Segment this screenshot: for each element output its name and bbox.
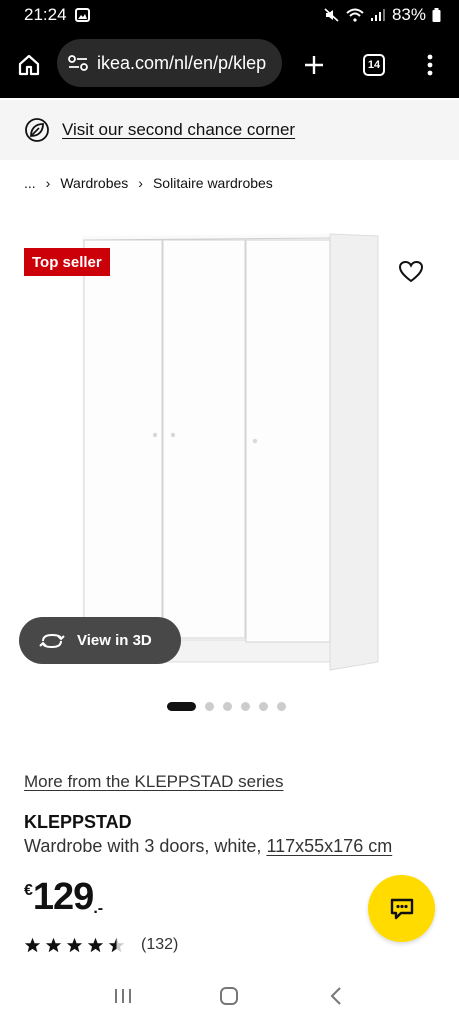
rotate-3d-icon [39,633,65,648]
site-settings-icon[interactable] [67,54,89,72]
chat-button[interactable] [368,875,435,942]
carousel-dot[interactable] [223,702,232,711]
breadcrumb-wardrobes[interactable]: Wardrobes [60,175,128,191]
wifi-icon [346,8,364,22]
more-vert-icon [427,54,433,76]
new-tab-button[interactable] [300,51,328,79]
browser-toolbar: ikea.com/nl/en/p/klep 14 [0,30,459,98]
series-link[interactable]: More from the KLEPPSTAD series [24,772,284,792]
breadcrumb-solitaire-wardrobes[interactable]: Solitaire wardrobes [153,175,273,191]
tab-count: 14 [363,54,385,76]
carousel-indicator [167,702,286,711]
system-nav-bar [0,968,459,1024]
favorite-button[interactable] [398,260,424,284]
gallery-icon [74,8,90,22]
product-price: € 129 .- [24,876,103,919]
url-text: ikea.com/nl/en/p/klep [97,52,267,73]
star-icon [45,937,62,953]
carousel-dot[interactable] [205,702,214,711]
heart-icon [398,260,424,283]
product-description: Wardrobe with 3 doors, white, 117x55x176… [24,836,392,857]
price-currency: € [24,882,33,899]
recents-icon[interactable] [112,986,134,1006]
breadcrumb-ellipsis[interactable]: ... [24,175,36,191]
star-icon [24,937,41,953]
carousel-dot[interactable] [259,702,268,711]
product-dimensions-link[interactable]: 117x55x176 cm [266,836,392,856]
signal-icon [370,9,385,21]
chevron-right-icon: › [138,175,143,191]
view-in-3d-button[interactable]: View in 3D [19,617,181,664]
product-rating[interactable]: (132) [24,936,178,954]
top-seller-badge: Top seller [24,248,110,276]
product-name: KLEPPSTAD [24,812,132,832]
breadcrumb: ... › Wardrobes › Solitaire wardrobes [24,175,273,191]
home-nav-icon[interactable] [218,985,240,1007]
price-amount: 129 [32,876,94,918]
price-decimal: .- [93,900,104,917]
second-chance-banner[interactable]: Visit our second chance corner [0,100,459,160]
product-description-text: Wardrobe with 3 doors, white, [24,836,262,856]
chat-icon [390,898,413,919]
carousel-dot[interactable] [241,702,250,711]
status-time: 21:24 [24,5,67,24]
battery-percent: 83% [391,5,426,24]
url-bar[interactable]: ikea.com/nl/en/p/klep [57,39,282,87]
second-chance-link[interactable]: Visit our second chance corner [62,120,295,140]
star-icon [87,937,104,953]
back-icon[interactable] [325,985,347,1007]
view-in-3d-label: View in 3D [77,632,152,649]
leaf-icon [25,118,49,142]
star-icon [66,937,83,953]
chevron-right-icon: › [45,175,51,191]
star-half-icon [108,937,125,953]
carousel-dot[interactable] [277,702,286,711]
home-icon [18,54,40,76]
browser-menu-button[interactable] [418,50,442,80]
home-button[interactable] [16,52,42,78]
status-bar: 21:24 83% [0,0,459,30]
battery-icon [432,8,441,22]
tab-switcher-button[interactable]: 14 [361,52,387,78]
plus-icon [305,56,323,74]
rating-count: (132) [141,936,179,953]
carousel-dot-active[interactable] [167,702,196,711]
mute-icon [324,8,339,22]
